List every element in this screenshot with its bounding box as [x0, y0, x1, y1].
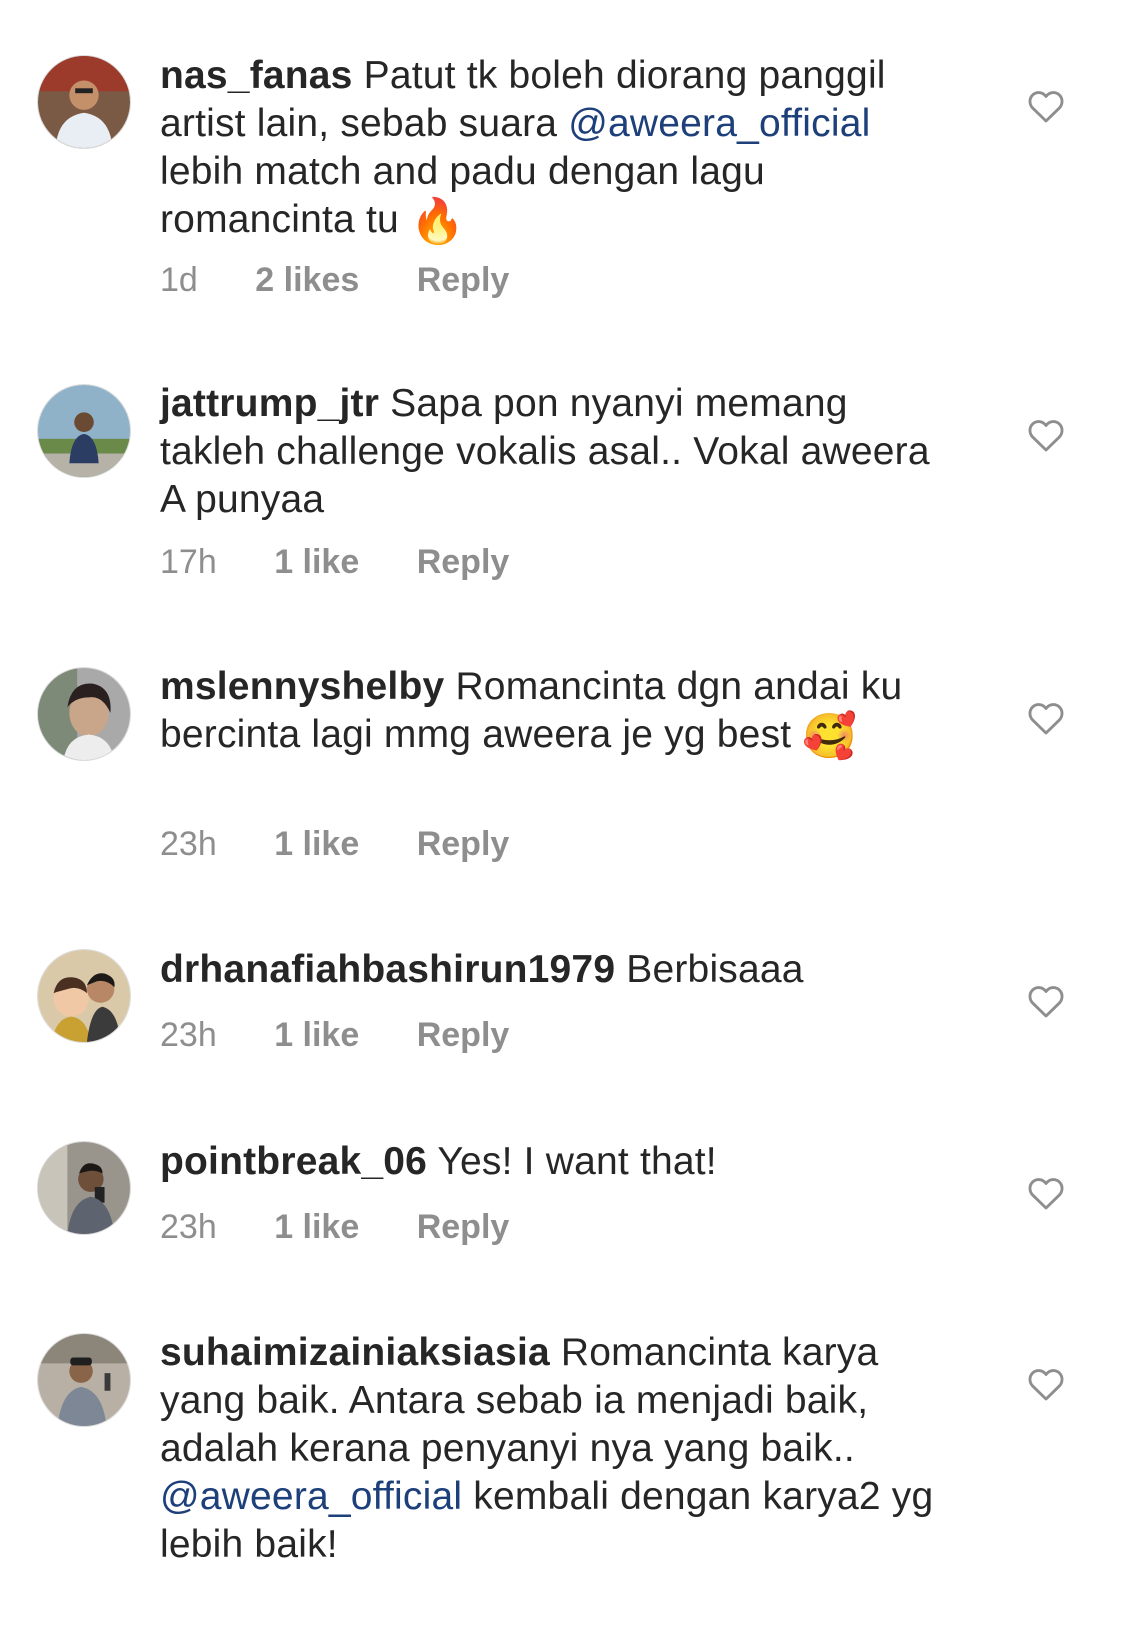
comment-username[interactable]: drhanafiahbashirun1979	[160, 948, 615, 991]
comment-text: jattrump_jtr Sapa pon nyanyi memang takl…	[160, 380, 960, 524]
avatar[interactable]	[37, 667, 131, 761]
avatar[interactable]	[37, 55, 131, 149]
comment-username[interactable]: jattrump_jtr	[160, 382, 379, 425]
comment-likes[interactable]: 1 like	[274, 542, 359, 582]
heart-outline-icon[interactable]	[1027, 700, 1065, 736]
comment-text: suhaimizainiaksiasia Romancinta karya ya…	[160, 1329, 960, 1569]
comment-body: Berbisaaa	[626, 948, 804, 991]
comment-text: mslennyshelby Romancinta dgn andai ku be…	[160, 663, 960, 761]
comment-timestamp: 23h	[160, 1208, 217, 1246]
comment-timestamp: 1d	[160, 261, 198, 299]
reply-button[interactable]: Reply	[417, 824, 510, 864]
comment-username[interactable]: mslennyshelby	[160, 665, 444, 708]
comment-username[interactable]: pointbreak_06	[160, 1140, 427, 1183]
heart-outline-icon[interactable]	[1027, 88, 1065, 124]
comment-likes[interactable]: 1 like	[274, 1015, 359, 1055]
comment-text: pointbreak_06 Yes! I want that!	[160, 1138, 960, 1186]
comment-username[interactable]: suhaimizainiaksiasia	[160, 1331, 550, 1374]
reply-button[interactable]: Reply	[417, 1015, 510, 1055]
comment-likes[interactable]: 1 like	[274, 1207, 359, 1247]
avatar[interactable]	[37, 1333, 131, 1427]
comment-timestamp: 23h	[160, 825, 217, 863]
comment-text: nas_fanas Patut tk boleh diorang panggil…	[160, 52, 960, 246]
reply-button[interactable]: Reply	[417, 260, 510, 300]
mention-link[interactable]: @aweera_official	[568, 102, 870, 145]
avatar[interactable]	[37, 1141, 131, 1235]
heart-outline-icon[interactable]	[1027, 417, 1065, 453]
comment-timestamp: 23h	[160, 1016, 217, 1054]
reply-button[interactable]: Reply	[417, 1207, 510, 1247]
comment-meta: 1d 2 likes Reply	[160, 260, 509, 300]
comment-username[interactable]: nas_fanas	[160, 54, 353, 97]
avatar[interactable]	[37, 384, 131, 478]
heart-outline-icon[interactable]	[1027, 1175, 1065, 1211]
fire-emoji: 🔥	[409, 197, 465, 246]
smiling-face-hearts-emoji: 🥰	[802, 712, 858, 761]
comment-meta: 23h 1 like Reply	[160, 1207, 509, 1247]
reply-button[interactable]: Reply	[417, 542, 510, 582]
heart-outline-icon[interactable]	[1027, 1366, 1065, 1402]
avatar[interactable]	[37, 949, 131, 1043]
comment-likes[interactable]: 2 likes	[255, 260, 359, 300]
comment-meta: 23h 1 like Reply	[160, 824, 509, 864]
comment-likes[interactable]: 1 like	[274, 824, 359, 864]
comment-timestamp: 17h	[160, 543, 217, 581]
comment-meta: 17h 1 like Reply	[160, 542, 509, 582]
comment-text: drhanafiahbashirun1979 Berbisaaa	[160, 946, 960, 994]
heart-outline-icon[interactable]	[1027, 983, 1065, 1019]
comment-meta: 23h 1 like Reply	[160, 1015, 509, 1055]
comment-body: Yes! I want that!	[437, 1140, 717, 1183]
mention-link[interactable]: @aweera_official	[160, 1475, 462, 1518]
